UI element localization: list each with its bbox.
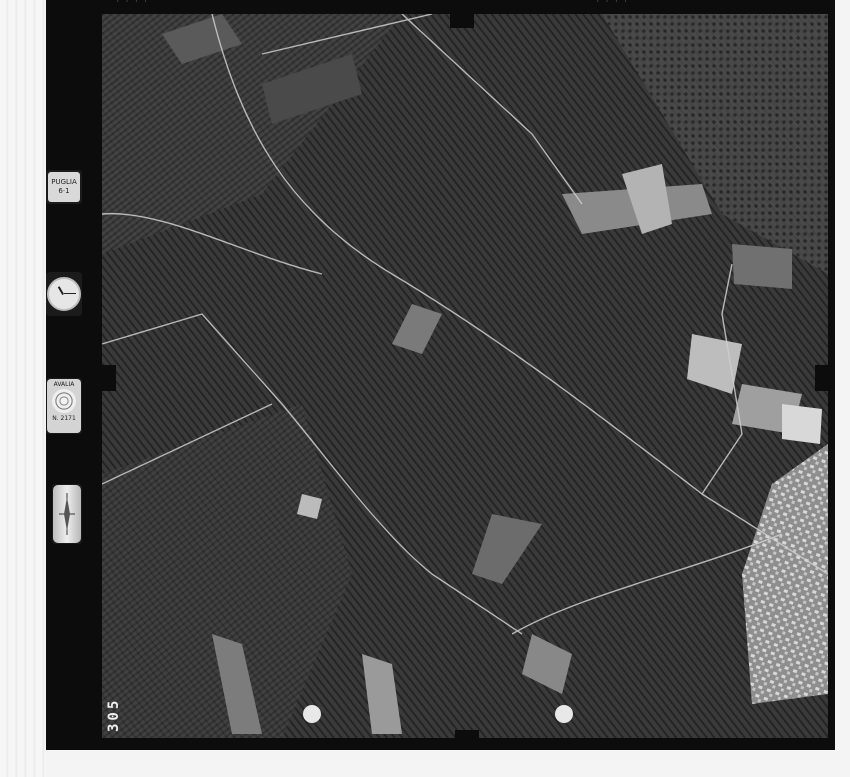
aerial-photo (102, 14, 828, 738)
clock-minute-hand (64, 293, 76, 294)
level-indicator: PUGLIA 6·1 (46, 170, 82, 204)
fiducial-mark-left (102, 365, 116, 391)
compass-icon (52, 484, 82, 544)
altimeter-serial: N. 2171 (52, 415, 76, 422)
aerial-landscape (102, 14, 828, 738)
level-value: 6·1 (58, 187, 70, 195)
fiducial-mark-right (815, 365, 833, 391)
fiducial-mark-top (450, 14, 474, 28)
altimeter-icon (52, 389, 76, 413)
altimeter-label: AVALIA (53, 381, 75, 388)
frame-number: 305 (106, 697, 122, 733)
altimeter-dial: AVALIA N. 2171 (46, 378, 82, 434)
top-edge-code-right: · · · · (596, 0, 629, 5)
paper-background (0, 0, 46, 777)
compass-needle-icon (59, 493, 75, 535)
clock-icon (46, 272, 82, 316)
level-label: PUGLIA (51, 178, 77, 186)
top-edge-code-left: · · · · (116, 0, 149, 5)
fiducial-mark-bottom (455, 730, 479, 744)
